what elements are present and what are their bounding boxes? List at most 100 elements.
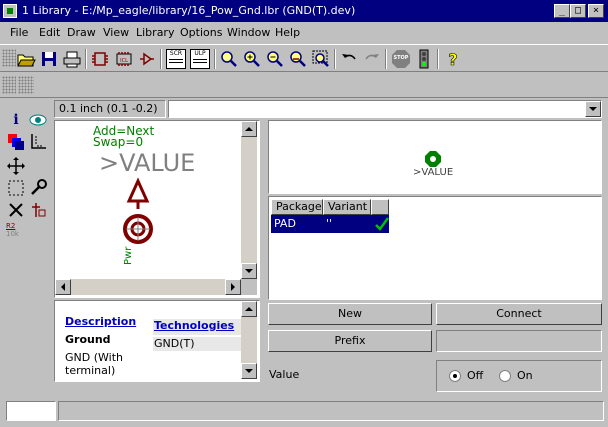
pad-icon: [425, 151, 441, 167]
chevron-right-icon: [231, 283, 235, 291]
add-icon[interactable]: [28, 200, 48, 220]
toolbar-separator: [85, 49, 87, 69]
mark-icon[interactable]: [28, 132, 48, 152]
minimize-button[interactable]: _: [554, 4, 570, 18]
chevron-up-icon: [245, 127, 253, 131]
value-on-label[interactable]: On: [517, 369, 533, 382]
redo-icon[interactable]: [362, 49, 382, 69]
help-icon[interactable]: ?: [443, 49, 463, 69]
description-vscrollbar[interactable]: [241, 301, 257, 379]
toolbar-separator: [160, 49, 162, 69]
move-icon[interactable]: [6, 156, 26, 176]
value-off-radio[interactable]: [449, 370, 461, 382]
value-on-radio[interactable]: [499, 370, 511, 382]
description-panel: Description Ground GND (With terminal) T…: [54, 300, 260, 382]
table-row[interactable]: PAD '': [271, 215, 390, 233]
symbol-preview[interactable]: Add=Next Swap=0 >VALUE Pwr: [54, 120, 260, 298]
maximize-button[interactable]: □: [570, 4, 586, 18]
name-icon[interactable]: R2 10k: [6, 222, 30, 242]
scroll-right-button[interactable]: [225, 279, 241, 295]
symbol-icon[interactable]: [90, 49, 110, 69]
symbol-swap-text: Swap=0: [93, 135, 143, 149]
column-header-variant[interactable]: Variant: [323, 199, 371, 215]
save-icon[interactable]: [39, 49, 59, 69]
prefix-button[interactable]: Prefix: [268, 330, 432, 352]
package-preview[interactable]: >VALUE: [268, 120, 602, 194]
toolbar-separator: [334, 49, 336, 69]
scroll-left-button[interactable]: [55, 279, 71, 295]
new-button[interactable]: New: [268, 303, 432, 325]
title-bar[interactable]: 1 Library - E:/Mp_eagle/library/16_Pow_G…: [0, 0, 608, 22]
command-dropdown-button[interactable]: [585, 101, 601, 117]
value-off-label[interactable]: Off: [467, 369, 483, 382]
status-field-main: [58, 401, 604, 421]
menu-help[interactable]: Help: [275, 26, 300, 39]
open-icon[interactable]: [16, 49, 36, 69]
row-variant: '': [326, 217, 333, 230]
menu-options[interactable]: Options: [180, 26, 222, 39]
toolbar-grip[interactable]: [2, 76, 16, 94]
menu-view[interactable]: View: [103, 26, 129, 39]
parameter-toolbar: [0, 72, 608, 98]
menu-library[interactable]: Library: [136, 26, 174, 39]
menu-edit[interactable]: Edit: [39, 26, 60, 39]
connect-button[interactable]: Connect: [436, 303, 602, 325]
zoom-in-icon[interactable]: [242, 49, 262, 69]
pin-name-label: Pwr: [123, 246, 134, 265]
coordinate-display: 0.1 inch (0.1 -0.2): [54, 100, 166, 118]
display-icon[interactable]: [6, 132, 26, 152]
value-radio-group: Off On: [436, 360, 602, 392]
zoom-redraw-icon[interactable]: [288, 49, 308, 69]
scroll-down-button[interactable]: [241, 263, 257, 279]
menu-bar: File Edit Draw View Library Options Wind…: [0, 22, 608, 43]
print-icon[interactable]: [62, 49, 82, 69]
info-icon[interactable]: i: [6, 112, 26, 132]
delete-icon[interactable]: [6, 200, 26, 220]
symbol-hscrollbar[interactable]: [55, 279, 241, 295]
zoom-select-icon[interactable]: [311, 49, 331, 69]
zoom-fit-icon[interactable]: [219, 49, 239, 69]
app-icon[interactable]: [3, 4, 17, 18]
toolbar-grip[interactable]: [2, 49, 16, 67]
go-icon[interactable]: [414, 49, 434, 69]
technology-item[interactable]: GND(T): [153, 337, 241, 351]
close-button[interactable]: ×: [588, 4, 604, 18]
chevron-down-icon: [245, 269, 253, 273]
script-icon[interactable]: SCR: [166, 49, 186, 69]
ulp-icon-label: ULP: [194, 50, 206, 57]
group-icon[interactable]: [6, 178, 26, 198]
stop-icon[interactable]: STOP: [391, 49, 411, 69]
description-link[interactable]: Description: [65, 315, 136, 328]
menu-file[interactable]: File: [10, 26, 28, 39]
package-icon[interactable]: ICL: [114, 49, 134, 69]
grid-icon[interactable]: [18, 76, 34, 94]
command-line[interactable]: [168, 100, 602, 118]
scroll-up-button[interactable]: [241, 301, 257, 317]
scroll-up-button[interactable]: [241, 121, 257, 137]
column-header-package[interactable]: Package: [271, 199, 323, 215]
package-value-text: >VALUE: [413, 167, 454, 178]
column-header-connect[interactable]: [371, 199, 389, 215]
menu-draw[interactable]: Draw: [67, 26, 96, 39]
connected-check-icon: [375, 217, 390, 231]
undo-icon[interactable]: [339, 49, 359, 69]
stop-label: STOP: [393, 55, 409, 61]
chevron-up-icon: [245, 307, 253, 311]
zoom-out-icon[interactable]: [265, 49, 285, 69]
change-icon[interactable]: [28, 178, 48, 198]
toolbar-separator: [214, 49, 216, 69]
device-icon[interactable]: [137, 49, 157, 69]
chevron-down-icon: [589, 107, 597, 111]
scroll-down-button[interactable]: [241, 363, 257, 379]
script-icon-label: SCR: [169, 50, 183, 57]
ulp-icon[interactable]: ULP: [190, 49, 210, 69]
ground-triangle: [126, 177, 150, 203]
symbol-vscrollbar[interactable]: [241, 121, 257, 279]
prefix-field[interactable]: [436, 330, 602, 352]
menu-window[interactable]: Window: [227, 26, 270, 39]
device-name: Ground: [65, 333, 111, 346]
name-icon-value: 10k: [6, 230, 19, 238]
technologies-link[interactable]: Technologies: [153, 319, 241, 335]
value-label: Value: [269, 368, 300, 381]
show-icon[interactable]: [28, 110, 48, 130]
